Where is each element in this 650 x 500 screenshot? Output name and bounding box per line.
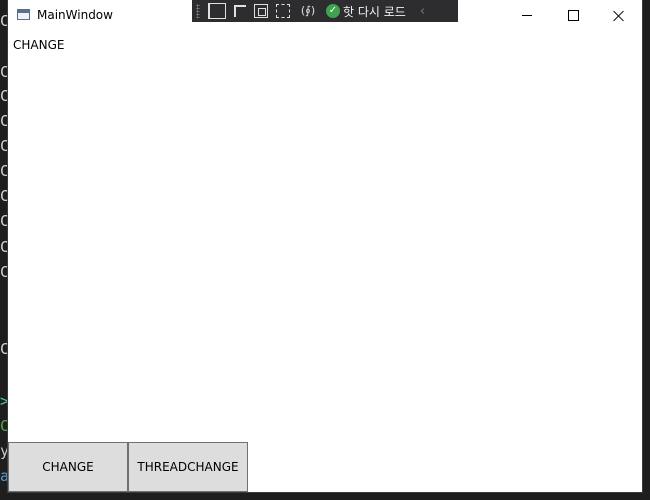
app-window-icon (17, 9, 30, 20)
maximize-button[interactable] (550, 0, 596, 31)
xaml-debug-toolbar: (∮) ✓ 핫 다시 로드 ‹ (192, 0, 458, 22)
main-window: MainWindow CHANGE CHANGE THREADCHANGE (8, 0, 642, 492)
window-title: MainWindow (37, 8, 113, 22)
display-layout-adorners-icon[interactable] (254, 4, 268, 18)
collapse-chevron-icon[interactable]: ‹ (420, 4, 425, 19)
close-button[interactable] (596, 0, 642, 31)
status-text: CHANGE (13, 38, 65, 52)
hot-reload-ok-icon: ✓ (326, 4, 340, 18)
track-focus-icon[interactable] (276, 4, 290, 18)
maximize-icon (567, 10, 579, 21)
window-content: CHANGE CHANGE THREADCHANGE (8, 31, 642, 492)
hot-reload-label[interactable]: 핫 다시 로드 (343, 3, 406, 20)
minimize-icon (522, 15, 532, 16)
select-element-icon[interactable] (234, 5, 246, 17)
visual-tree-icon[interactable] (208, 3, 226, 19)
threadchange-button[interactable]: THREADCHANGE (128, 442, 248, 492)
close-icon (613, 10, 625, 22)
change-button[interactable]: CHANGE (8, 442, 128, 492)
minimize-button[interactable] (504, 0, 550, 31)
binding-failures-icon[interactable]: (∮) (298, 3, 318, 19)
toolbar-grip-icon[interactable] (196, 4, 200, 18)
